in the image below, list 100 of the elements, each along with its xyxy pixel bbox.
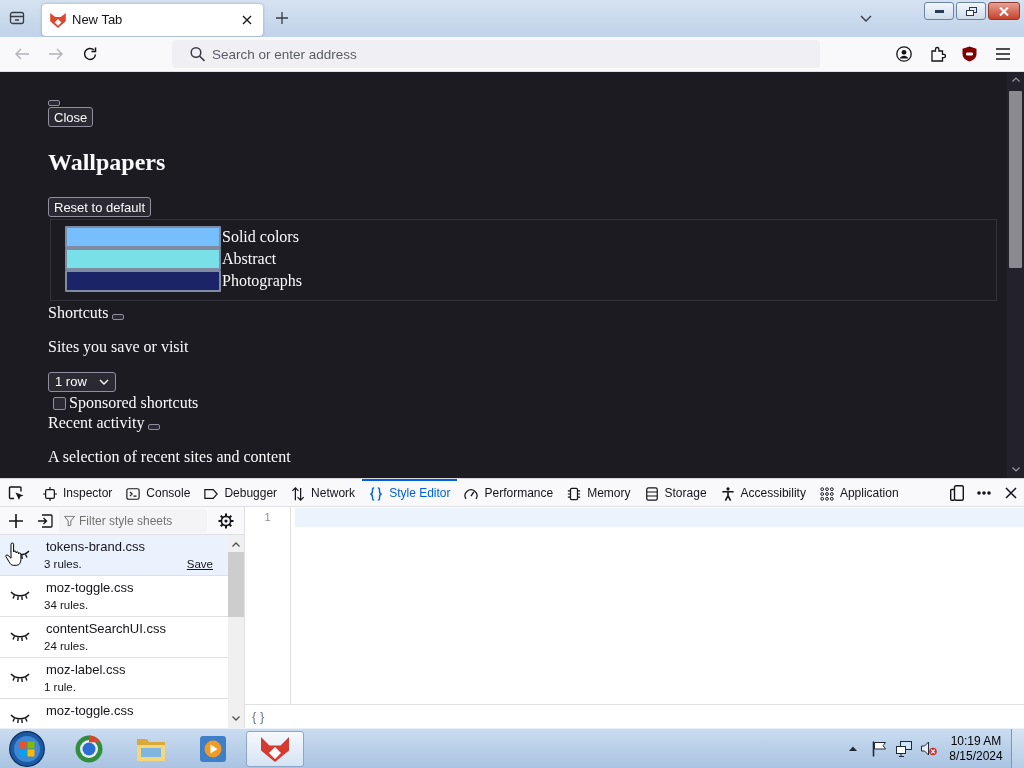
line-number: 1	[264, 510, 271, 525]
scroll-down-icon[interactable]	[232, 716, 240, 721]
devtools-tab[interactable]: Memory	[560, 479, 638, 506]
closed-eye-icon[interactable]	[10, 714, 30, 724]
collapse-toggle-button[interactable]	[48, 100, 60, 106]
fox-head-icon	[50, 12, 66, 28]
rule-count: 3 rules.	[44, 557, 82, 572]
rule-count: 24 rules.	[44, 639, 89, 654]
import-icon[interactable]	[37, 513, 53, 528]
element-picker-icon[interactable]	[8, 484, 24, 501]
category-label: Abstract	[222, 250, 277, 268]
taskbar-button[interactable]	[246, 730, 304, 767]
close-icon	[999, 6, 1009, 16]
rule-count: 34 rules.	[44, 598, 89, 613]
scrollbar-thumb[interactable]	[1009, 91, 1022, 268]
browser-tab[interactable]: New Tab	[42, 4, 263, 36]
close-icon[interactable]	[1005, 486, 1017, 499]
chevron-down-icon[interactable]	[860, 15, 872, 22]
clock-date: 8/15/2024	[949, 748, 1003, 764]
stylesheet-name: tokens-brand.css	[45, 539, 146, 555]
checkbox[interactable]	[53, 396, 66, 410]
chevron-down-icon	[99, 379, 109, 385]
stylesheet-name: moz-toggle.css	[45, 580, 135, 596]
devtools-tab[interactable]: Network	[284, 479, 363, 506]
more-options-icon[interactable]	[977, 490, 991, 495]
category-label: Solid colors	[222, 228, 299, 246]
gauge-icon	[464, 486, 479, 501]
document-lines-icon	[644, 486, 659, 501]
stylesheet-name: moz-toggle.css	[45, 703, 135, 719]
section-title: Shortcuts	[48, 304, 109, 322]
target-square-icon	[43, 486, 57, 501]
flag-icon[interactable]	[872, 740, 887, 757]
person-icon	[720, 486, 735, 501]
stylesheet-item[interactable]: tokens-brand.css 3 rules. Save	[0, 535, 228, 576]
puzzle-piece-icon[interactable]	[930, 46, 946, 62]
reset-button[interactable]: Reset to default	[48, 197, 152, 217]
section-description: A selection of recent sites and content	[48, 448, 292, 466]
dot-grid-icon	[819, 486, 834, 501]
collapse-toggle-button[interactable]	[148, 424, 161, 430]
close-icon[interactable]	[242, 15, 252, 25]
account-icon[interactable]	[896, 46, 912, 62]
ring-globe-icon	[74, 733, 104, 764]
devtools-tab[interactable]: Application	[812, 479, 906, 506]
funnel-icon	[64, 515, 75, 526]
devtools-tab[interactable]: Accessibility	[713, 479, 813, 506]
collapse-toggle-button[interactable]	[112, 314, 125, 320]
closed-eye-icon[interactable]	[10, 632, 30, 642]
restore-icon	[965, 6, 977, 16]
wallpaper-swatch-button[interactable]	[65, 248, 221, 270]
reload-icon[interactable]	[82, 46, 98, 62]
plus-icon[interactable]	[9, 513, 23, 528]
section-title: Recent activity	[48, 414, 145, 432]
minimize-icon	[934, 9, 944, 13]
terminal-icon	[126, 486, 141, 501]
checkbox-label: Sponsored shortcuts	[69, 394, 199, 412]
start-button[interactable]	[9, 730, 45, 767]
menu-icon[interactable]	[996, 48, 1010, 60]
scroll-up-icon[interactable]	[1011, 77, 1020, 82]
window-icon[interactable]	[9, 10, 25, 26]
restore-button[interactable]	[956, 2, 986, 20]
clock-time: 10:19 AM	[950, 733, 1002, 749]
rows-select[interactable]: 1 row	[48, 372, 116, 392]
chip-icon	[567, 486, 582, 501]
scrollbar-thumb[interactable]	[228, 552, 244, 617]
network-icon[interactable]	[896, 740, 912, 757]
category-label: Photographs	[222, 272, 302, 290]
shield-icon[interactable]	[962, 46, 977, 62]
wallpaper-swatch-button[interactable]	[65, 226, 221, 248]
caret-up-icon[interactable]	[849, 746, 857, 751]
closed-eye-icon[interactable]	[10, 673, 30, 683]
stylesheet-name: contentSearchUI.css	[45, 621, 167, 637]
up-down-arrows-icon	[291, 486, 306, 501]
search-icon	[190, 46, 205, 62]
devtools-tab[interactable]: Performance	[457, 479, 561, 506]
stylesheet-name: moz-label.css	[45, 662, 127, 678]
devtools-tab[interactable]: Debugger	[197, 479, 285, 506]
hand-cursor-icon	[5, 542, 23, 566]
settings-icon[interactable]	[218, 512, 234, 529]
muted-speaker-icon[interactable]	[921, 741, 937, 756]
device-frame-icon[interactable]	[950, 484, 964, 501]
save-link[interactable]: Save	[186, 557, 213, 572]
minimize-button[interactable]	[924, 2, 954, 20]
close-window-button[interactable]	[988, 2, 1020, 20]
filter-field[interactable]: Filter style sheets	[59, 508, 207, 533]
rule-count: 1 rule.	[44, 680, 76, 695]
devtools-tab[interactable]: Console	[119, 479, 198, 506]
play-tile-icon	[198, 733, 228, 764]
tag-shape-icon	[204, 486, 219, 501]
close-button[interactable]: Close	[48, 107, 94, 127]
devtools-tab[interactable]: Inspector	[36, 479, 120, 506]
plus-icon[interactable]	[276, 12, 288, 24]
pretty-print-button[interactable]: { }	[252, 708, 265, 725]
devtools-tab[interactable]: Storage	[637, 479, 714, 506]
scroll-up-icon[interactable]	[232, 542, 240, 547]
closed-eye-icon[interactable]	[10, 591, 30, 601]
scroll-down-icon[interactable]	[1011, 467, 1020, 472]
wallpaper-swatch-button[interactable]	[65, 270, 221, 292]
section-description: Sites you save or visit	[48, 338, 190, 356]
address-bar-field[interactable]: Search or enter address	[172, 40, 820, 68]
section-heading: Wallpapers	[48, 148, 167, 176]
